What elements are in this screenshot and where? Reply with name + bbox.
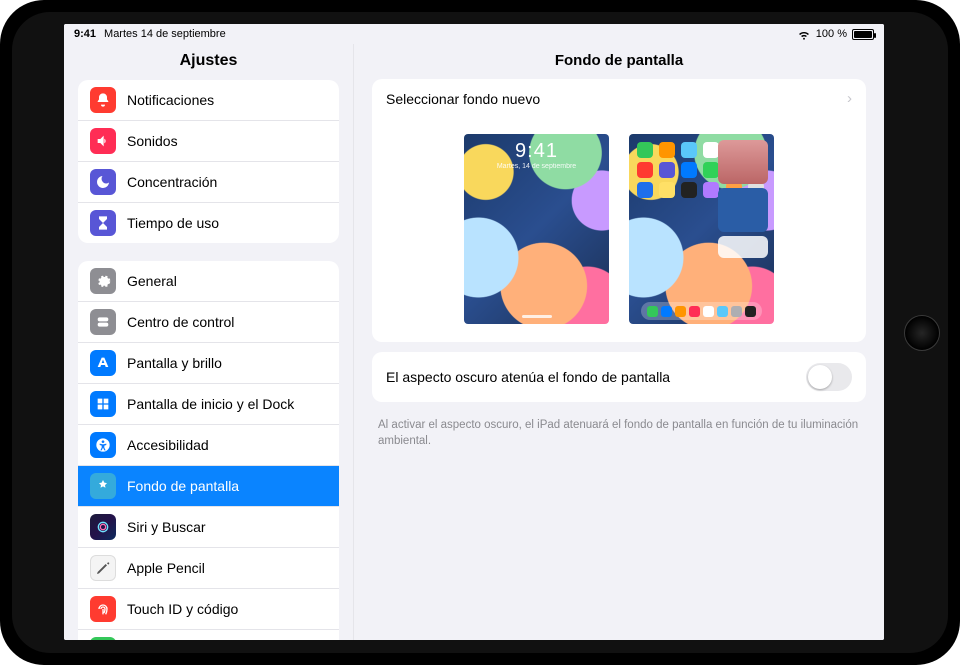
sidebar-item-pantalla-brillo[interactable]: Pantalla y brillo <box>78 342 339 383</box>
status-date: Martes 14 de septiembre <box>104 28 226 40</box>
sidebar-item-pencil[interactable]: Apple Pencil <box>78 547 339 588</box>
home-widgets <box>718 140 768 258</box>
wifi-icon <box>797 27 811 41</box>
accessibility-icon <box>90 432 116 458</box>
sidebar-item-label: Siri y Buscar <box>127 519 206 535</box>
moon-icon <box>90 169 116 195</box>
row-label: El aspecto oscuro atenúa el fondo de pan… <box>386 369 670 385</box>
sidebar-item-fondo[interactable]: Fondo de pantalla <box>78 465 339 506</box>
sidebar-item-label: Tiempo de uso <box>127 215 219 231</box>
sidebar-group-1: General Centro de control <box>78 261 339 640</box>
detail-pane: Fondo de pantalla Seleccionar fondo nuev… <box>354 44 884 640</box>
fingerprint-icon <box>90 596 116 622</box>
sidebar-item-touchid[interactable]: Touch ID y código <box>78 588 339 629</box>
sidebar-item-label: General <box>127 273 177 289</box>
sidebar-item-accesibilidad[interactable]: Accesibilidad <box>78 424 339 465</box>
sidebar-item-centro[interactable]: Centro de control <box>78 301 339 342</box>
sidebar-item-siri[interactable]: Siri y Buscar <box>78 506 339 547</box>
sidebar-group-0: Notificaciones Sonidos Con <box>78 80 339 243</box>
home-grid-icon <box>90 391 116 417</box>
dark-dim-footer: Al activar el aspecto oscuro, el iPad at… <box>372 412 866 449</box>
battery-icon <box>90 637 116 640</box>
sidebar-item-label: Pantalla y brillo <box>127 355 222 371</box>
sidebar-item-tiempo[interactable]: Tiempo de uso <box>78 202 339 243</box>
status-bar: 9:41 Martes 14 de septiembre 100 % <box>64 24 884 44</box>
sidebar-item-label: Accesibilidad <box>127 437 209 453</box>
battery-percent: 100 % <box>816 28 847 40</box>
sidebar-item-bateria[interactable]: Batería <box>78 629 339 640</box>
sidebar-title: Ajustes <box>64 44 353 80</box>
sidebar-item-label: Notificaciones <box>127 92 214 108</box>
sidebar-item-sonidos[interactable]: Sonidos <box>78 120 339 161</box>
preview-home-screen[interactable] <box>629 134 774 324</box>
card-wallpaper: Seleccionar fondo nuevo › 9:41 Martes, 1… <box>372 79 866 342</box>
sidebar-item-general[interactable]: General <box>78 261 339 301</box>
switches-icon <box>90 309 116 335</box>
lock-date: Martes, 14 de septiembre <box>464 163 609 170</box>
sidebar-item-label: Concentración <box>127 174 217 190</box>
sidebar-item-label: Centro de control <box>127 314 234 330</box>
detail-body[interactable]: Seleccionar fondo nuevo › 9:41 Martes, 1… <box>354 79 884 640</box>
sidebar-item-label: Pantalla de inicio y el Dock <box>127 396 294 412</box>
settings-sidebar: Ajustes Notificaciones <box>64 44 354 640</box>
wallpaper-previews: 9:41 Martes, 14 de septiembre <box>372 118 866 342</box>
siri-icon <box>90 514 116 540</box>
ipad-frame: 9:41 Martes 14 de septiembre 100 % Ajust… <box>0 0 960 665</box>
detail-title: Fondo de pantalla <box>354 44 884 79</box>
sidebar-scroll[interactable]: Notificaciones Sonidos Con <box>64 80 353 640</box>
home-indicator <box>522 315 552 318</box>
hourglass-icon <box>90 210 116 236</box>
chevron-right-icon: › <box>847 90 852 107</box>
text-size-icon <box>90 350 116 376</box>
gear-icon <box>90 268 116 294</box>
sidebar-item-label: Touch ID y código <box>127 601 238 617</box>
sidebar-item-label: Sonidos <box>127 133 178 149</box>
sidebar-item-inicio-dock[interactable]: Pantalla de inicio y el Dock <box>78 383 339 424</box>
home-dock <box>641 302 762 320</box>
lock-time: 9:41 <box>464 140 609 163</box>
battery-icon <box>852 29 874 40</box>
sound-icon <box>90 128 116 154</box>
preview-lock-screen[interactable]: 9:41 Martes, 14 de septiembre <box>464 134 609 324</box>
row-label: Seleccionar fondo nuevo <box>386 91 540 107</box>
switch-dark-dim[interactable] <box>806 363 852 391</box>
bell-icon <box>90 87 116 113</box>
pencil-icon <box>90 555 116 581</box>
status-time: 9:41 <box>74 28 96 40</box>
card-dark-dim: El aspecto oscuro atenúa el fondo de pan… <box>372 352 866 402</box>
sidebar-item-label: Apple Pencil <box>127 560 205 576</box>
row-select-new-wallpaper[interactable]: Seleccionar fondo nuevo › <box>372 79 866 118</box>
wallpaper-icon <box>90 473 116 499</box>
row-dark-dim-toggle[interactable]: El aspecto oscuro atenúa el fondo de pan… <box>372 352 866 402</box>
sidebar-item-concentracion[interactable]: Concentración <box>78 161 339 202</box>
sidebar-item-label: Fondo de pantalla <box>127 478 239 494</box>
sidebar-item-notificaciones[interactable]: Notificaciones <box>78 80 339 120</box>
screen: 9:41 Martes 14 de septiembre 100 % Ajust… <box>64 24 884 640</box>
home-button[interactable] <box>904 315 940 351</box>
